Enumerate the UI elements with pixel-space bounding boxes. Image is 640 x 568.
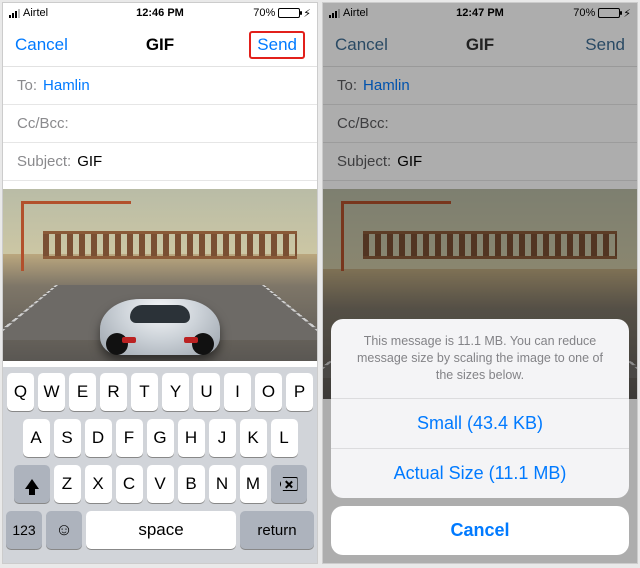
key-q[interactable]: Q <box>7 373 34 411</box>
clock: 12:46 PM <box>136 7 184 19</box>
key-x[interactable]: X <box>85 465 112 503</box>
key-w[interactable]: W <box>38 373 65 411</box>
key-h[interactable]: H <box>178 419 205 457</box>
phone-right: Airtel 12:47 PM 70% ⚡︎ Cancel GIF Send T… <box>322 2 638 564</box>
battery-pct: 70% <box>253 7 275 19</box>
emoji-key[interactable]: ☺ <box>46 511 82 549</box>
return-key[interactable]: return <box>240 511 314 549</box>
shift-icon <box>25 479 39 489</box>
emoji-icon: ☺ <box>55 520 72 540</box>
key-j[interactable]: J <box>209 419 236 457</box>
subject-label: Subject: <box>17 153 71 170</box>
to-label: To: <box>17 77 37 94</box>
size-action-sheet: This message is 11.1 MB. You can reduce … <box>331 319 629 555</box>
key-t[interactable]: T <box>131 373 158 411</box>
key-k[interactable]: K <box>240 419 267 457</box>
status-bar: Airtel 12:46 PM 70% ⚡︎ <box>3 3 317 23</box>
key-n[interactable]: N <box>209 465 236 503</box>
key-r[interactable]: R <box>100 373 127 411</box>
key-g[interactable]: G <box>147 419 174 457</box>
backspace-key[interactable] <box>271 465 307 503</box>
key-z[interactable]: Z <box>54 465 81 503</box>
key-s[interactable]: S <box>54 419 81 457</box>
key-p[interactable]: P <box>286 373 313 411</box>
battery-icon <box>278 8 300 18</box>
attachment-image[interactable] <box>3 181 317 361</box>
key-b[interactable]: B <box>178 465 205 503</box>
key-v[interactable]: V <box>147 465 174 503</box>
key-u[interactable]: U <box>193 373 220 411</box>
key-d[interactable]: D <box>85 419 112 457</box>
key-a[interactable]: A <box>23 419 50 457</box>
sheet-message: This message is 11.1 MB. You can reduce … <box>331 319 629 399</box>
backspace-icon <box>280 477 298 491</box>
sheet-cancel-button[interactable]: Cancel <box>331 506 629 555</box>
key-e[interactable]: E <box>69 373 96 411</box>
key-m[interactable]: M <box>240 465 267 503</box>
numbers-key[interactable]: 123 <box>6 511 42 549</box>
subject-value: GIF <box>77 153 102 170</box>
subject-field[interactable]: Subject: GIF <box>3 143 317 181</box>
ccbcc-field[interactable]: Cc/Bcc: <box>3 105 317 143</box>
carrier-label: Airtel <box>23 7 48 19</box>
key-c[interactable]: C <box>116 465 143 503</box>
nav-title: GIF <box>146 35 174 55</box>
phone-left: Airtel 12:46 PM 70% ⚡︎ Cancel GIF Send T… <box>2 2 318 564</box>
ccbcc-label: Cc/Bcc: <box>17 115 69 132</box>
key-f[interactable]: F <box>116 419 143 457</box>
keyboard: QWERTYUIOP ASDFGHJKL ZXCVBNM 123 ☺ space… <box>3 367 317 563</box>
option-actual-size[interactable]: Actual Size (11.1 MB) <box>331 449 629 498</box>
shift-key[interactable] <box>14 465 50 503</box>
signal-icon <box>9 9 20 18</box>
space-key[interactable]: space <box>86 511 236 549</box>
to-value: Hamlin <box>43 77 90 94</box>
key-i[interactable]: I <box>224 373 251 411</box>
key-l[interactable]: L <box>271 419 298 457</box>
send-button[interactable]: Send <box>249 31 305 59</box>
nav-bar: Cancel GIF Send <box>3 23 317 67</box>
charging-icon: ⚡︎ <box>303 7 311 20</box>
key-y[interactable]: Y <box>162 373 189 411</box>
option-small[interactable]: Small (43.4 KB) <box>331 399 629 449</box>
cancel-button[interactable]: Cancel <box>15 35 68 55</box>
key-o[interactable]: O <box>255 373 282 411</box>
to-field[interactable]: To: Hamlin <box>3 67 317 105</box>
